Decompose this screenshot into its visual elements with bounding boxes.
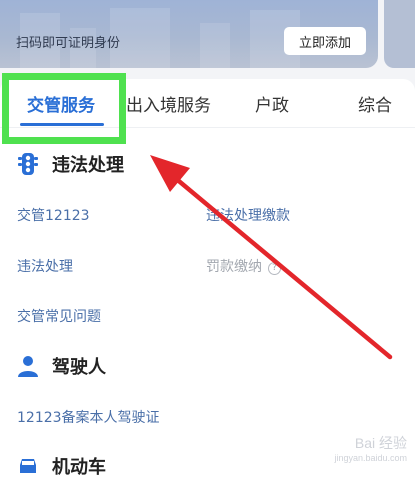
banner-text: 扫码即可证明身份: [16, 36, 121, 51]
section-driver: 驾驶人: [16, 353, 106, 379]
link-traffic-12123[interactable]: 交管12123: [17, 205, 90, 225]
help-icon[interactable]: ?: [268, 262, 281, 275]
watermark: Bai 经验 jingyan.baidu.com: [334, 433, 407, 463]
fine-payment-label: 罚款缴纳: [206, 259, 262, 275]
link-driver-license-registration[interactable]: 12123备案本人驾驶证: [17, 407, 160, 427]
highlight-box: [2, 73, 126, 144]
tab-household[interactable]: 户政: [255, 91, 289, 116]
car-icon: [20, 459, 36, 473]
banner-decoration: [200, 23, 230, 68]
watermark-main: Bai 经验: [354, 435, 407, 451]
next-banner-peek[interactable]: [384, 0, 415, 68]
traffic-light-icon: [18, 153, 38, 175]
watermark-sub: jingyan.baidu.com: [334, 453, 407, 463]
section-violation: 违法处理: [16, 151, 124, 177]
add-now-button[interactable]: 立即添加: [284, 27, 366, 55]
section-vehicle: 机动车: [16, 453, 106, 479]
link-violation-handling[interactable]: 违法处理: [17, 256, 73, 276]
banner: 扫码即可证明身份 立即添加: [0, 0, 378, 68]
person-icon: [18, 356, 38, 377]
link-violation-payment[interactable]: 违法处理缴款: [206, 205, 290, 225]
link-traffic-faq[interactable]: 交管常见问题: [17, 306, 101, 326]
section-title-driver: 驾驶人: [52, 357, 106, 378]
tab-general[interactable]: 综合: [358, 91, 392, 116]
section-title-violation: 违法处理: [52, 155, 124, 176]
section-title-vehicle: 机动车: [52, 457, 106, 478]
link-fine-payment[interactable]: 罚款缴纳?: [206, 256, 281, 276]
tab-immigration-service[interactable]: 出入境服务: [126, 91, 211, 116]
